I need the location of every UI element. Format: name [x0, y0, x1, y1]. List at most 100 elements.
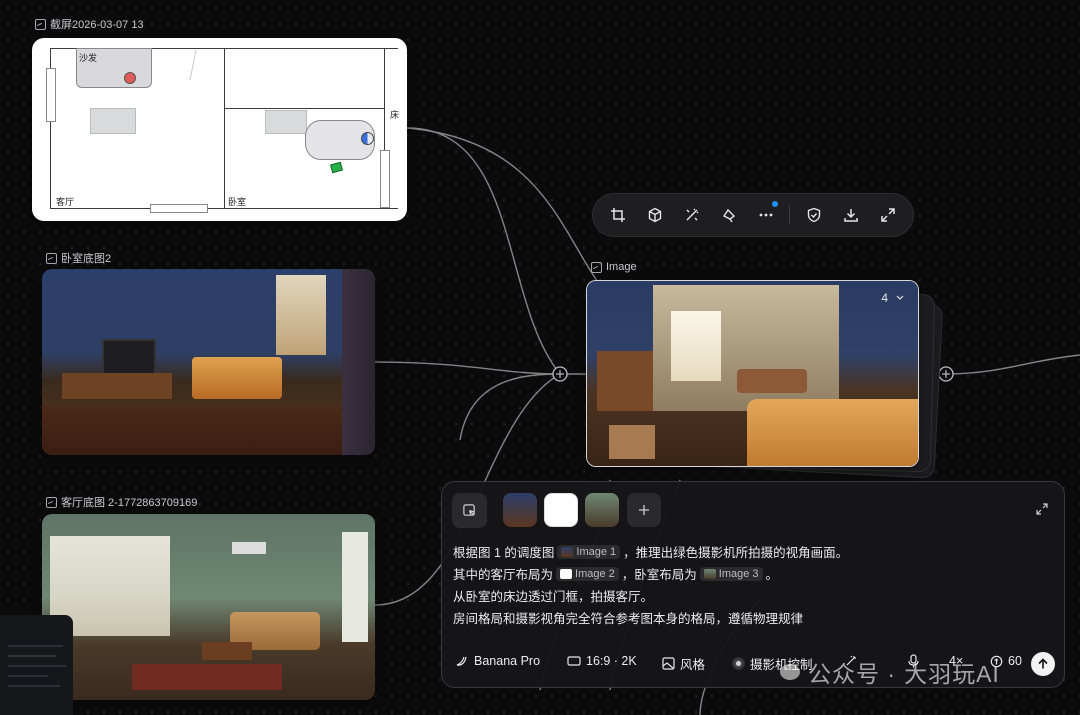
window	[46, 68, 56, 122]
watermark: 公众号 · 大羽玩AI	[780, 655, 1000, 689]
aspect-ratio-value: 16:9 · 2K	[586, 654, 637, 668]
wall-right	[342, 269, 375, 455]
blue-marker	[361, 132, 374, 145]
bed	[192, 357, 282, 399]
chip-thumbnail	[703, 568, 716, 579]
prompt-line-3[interactable]: 从卧室的床边透过门框，拍摄客厅。	[453, 586, 653, 605]
image-count: 4	[881, 291, 888, 305]
toolbar-divider	[789, 205, 791, 225]
prompt-text: 。	[765, 568, 779, 582]
rug	[132, 664, 282, 690]
sofa	[737, 369, 807, 393]
wall	[224, 48, 225, 208]
credits-value: 60	[1008, 654, 1022, 668]
crop-icon[interactable]	[605, 201, 632, 229]
wall	[224, 108, 384, 109]
node-title: 卧室底图2	[61, 253, 112, 265]
sofa-label: 沙发	[79, 53, 98, 63]
reference-thumbnail-living[interactable]	[585, 493, 619, 527]
watermark-name: 大羽玩AI	[904, 661, 1000, 687]
add-image-button[interactable]	[627, 493, 661, 527]
bedroom-label: 卧室	[228, 197, 247, 207]
floor-plan-card[interactable]: 沙发 客厅 卧室 床	[32, 38, 407, 221]
node-title: Image	[606, 261, 637, 273]
node-label-bedroom[interactable]: 卧室底图2	[46, 250, 111, 266]
red-camera-marker	[124, 72, 136, 84]
image-toolbar	[592, 193, 914, 237]
bedroom-image-card[interactable]	[42, 269, 375, 455]
expand-panel-button[interactable]	[1036, 502, 1052, 518]
chip-label: Image 3	[718, 567, 759, 580]
magic-wand-icon[interactable]	[679, 201, 706, 229]
style-label: 风格	[680, 658, 706, 672]
image-ref-chip[interactable]: Image 2	[556, 566, 619, 581]
image-icon	[35, 18, 46, 30]
prompt-text: 根据图 1 的调度图	[453, 546, 555, 560]
air-conditioner	[232, 542, 266, 554]
monitor	[102, 339, 156, 375]
node-label-screenshot[interactable]: 截屏2026-03-07 13	[35, 16, 144, 32]
window-light	[671, 311, 721, 381]
chip-thumbnail	[560, 568, 573, 579]
node-title: 截屏2026-03-07 13	[50, 19, 144, 31]
prompt-line-4[interactable]: 房间格局和摄影视角完全符合参考图本身的格局，遵循物理规律	[453, 608, 803, 627]
reference-thumbnail-bedroom[interactable]	[503, 493, 537, 527]
image-icon	[46, 252, 57, 264]
prompt-text: 其中的客厅布局为	[453, 568, 554, 582]
prompt-text: ，卧室布局为	[621, 568, 697, 582]
send-button[interactable]	[1031, 652, 1055, 676]
floor	[42, 405, 375, 455]
image-count-selector[interactable]: 4	[881, 291, 904, 305]
bed-label: 床	[390, 110, 400, 120]
image-icon	[591, 261, 602, 273]
image-ref-chip[interactable]: Image 1	[557, 544, 621, 559]
chip-label: Image 1	[576, 545, 617, 558]
image-ref-chip[interactable]: Image 3	[699, 566, 763, 581]
prompt-text: ，推理出绿色摄影机所拍摄的视角画面。	[623, 546, 849, 560]
model-selector[interactable]: Banana Pro	[455, 654, 540, 668]
brush-icon[interactable]	[716, 201, 743, 229]
window	[380, 150, 390, 208]
image-icon	[46, 496, 57, 508]
reference-thumbnail-plan[interactable]	[544, 493, 578, 527]
window-light	[276, 275, 326, 355]
add-reference-button[interactable]	[452, 493, 487, 528]
node-title: 客厅底图 2-1772863709169	[61, 497, 198, 509]
image-style-icon	[662, 657, 675, 670]
node-label-living[interactable]: 客厅底图 2-1772863709169	[46, 494, 197, 510]
output-image-card[interactable]: 4	[586, 280, 919, 467]
door-swing	[189, 50, 197, 81]
side-code-panel	[0, 615, 73, 715]
bed	[747, 399, 918, 466]
banana-icon	[456, 656, 467, 666]
green-camera-marker	[330, 161, 343, 174]
expand-icon[interactable]	[874, 201, 901, 229]
style-selector[interactable]: 风格	[662, 654, 705, 673]
more-icon[interactable]	[753, 201, 780, 229]
arrow-up-icon	[1038, 658, 1048, 669]
model-name: Banana Pro	[474, 654, 541, 668]
aspect-ratio-selector[interactable]: 16:9 · 2K	[567, 654, 637, 668]
chip-label: Image 2	[575, 567, 615, 580]
expand-icon	[1036, 503, 1048, 515]
living-room-image-card[interactable]	[42, 514, 375, 700]
wall	[50, 208, 398, 209]
cube-icon[interactable]	[642, 201, 669, 229]
camera-icon	[732, 657, 745, 670]
chip-thumbnail	[561, 546, 574, 557]
chevron-down-icon	[896, 295, 904, 300]
download-icon[interactable]	[837, 201, 864, 229]
node-label-output[interactable]: Image	[591, 261, 637, 273]
wechat-icon	[780, 664, 800, 680]
coffee-table	[90, 108, 136, 134]
prompt-line-2[interactable]: 其中的客厅布局为 Image 2 ，卧室布局为 Image 3 。	[453, 564, 778, 583]
aspect-ratio-icon	[567, 656, 581, 666]
cabinet	[265, 110, 307, 134]
plus-icon	[639, 505, 649, 515]
prompt-line-1[interactable]: 根据图 1 的调度图 Image 1 ，推理出绿色摄影机所拍摄的视角画面。	[453, 542, 848, 561]
door	[150, 204, 208, 213]
shield-icon[interactable]	[800, 201, 827, 229]
watermark-prefix: 公众号 ·	[808, 661, 897, 687]
notification-dot	[772, 201, 779, 207]
cardboard-box	[609, 425, 655, 459]
